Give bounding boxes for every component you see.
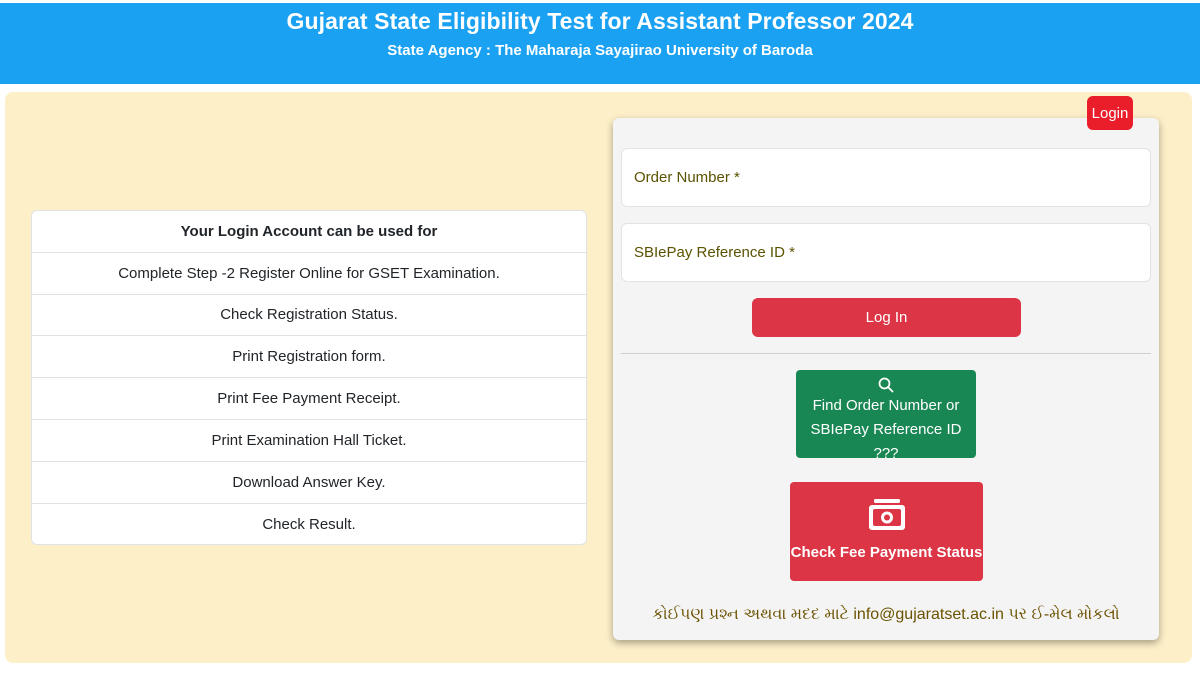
find-button-line2: SBIePay Reference ID ??? xyxy=(810,421,962,462)
find-order-number-button[interactable]: Find Order Number or SBIePay Reference I… xyxy=(796,370,976,462)
money-bill-icon xyxy=(868,499,905,530)
page-header: Gujarat State Eligibility Test for Assis… xyxy=(0,3,1200,84)
find-button-line1: Find Order Number or xyxy=(812,397,960,414)
order-number-field[interactable]: Order Number * xyxy=(621,148,1151,207)
search-icon xyxy=(878,377,894,393)
check-fee-payment-status-button[interactable]: Check Fee Payment Status xyxy=(790,482,983,581)
list-item: Print Fee Payment Receipt. xyxy=(32,378,586,420)
list-item: Check Registration Status. xyxy=(32,295,586,337)
list-item: Check Result. xyxy=(262,515,356,533)
page-subtitle: State Agency : The Maharaja Sayajirao Un… xyxy=(387,42,813,59)
order-number-placeholder: Order Number * xyxy=(634,169,740,186)
help-email-text: કોઈપણ પ્રશ્ન અથવા મદદ માટે info@gujarats… xyxy=(652,606,1120,623)
login-badge: Login xyxy=(1087,96,1133,130)
list-item: Download Answer Key. xyxy=(32,462,586,504)
sbiepay-reference-placeholder: SBIePay Reference ID * xyxy=(634,244,795,261)
login-uses-list: Your Login Account can be used for Compl… xyxy=(31,210,587,545)
list-heading: Your Login Account can be used for xyxy=(32,211,586,253)
divider xyxy=(621,353,1151,354)
fee-button-label: Check Fee Payment Status xyxy=(790,544,983,561)
list-item: Print Registration form. xyxy=(32,336,586,379)
page-title: Gujarat State Eligibility Test for Assis… xyxy=(286,8,914,34)
login-button[interactable]: Log In xyxy=(752,298,1021,337)
list-item: Print Examination Hall Ticket. xyxy=(32,420,586,462)
sbiepay-reference-field[interactable]: SBIePay Reference ID * xyxy=(621,223,1151,282)
list-item: Complete Step -2 Register Online for GSE… xyxy=(32,253,586,295)
